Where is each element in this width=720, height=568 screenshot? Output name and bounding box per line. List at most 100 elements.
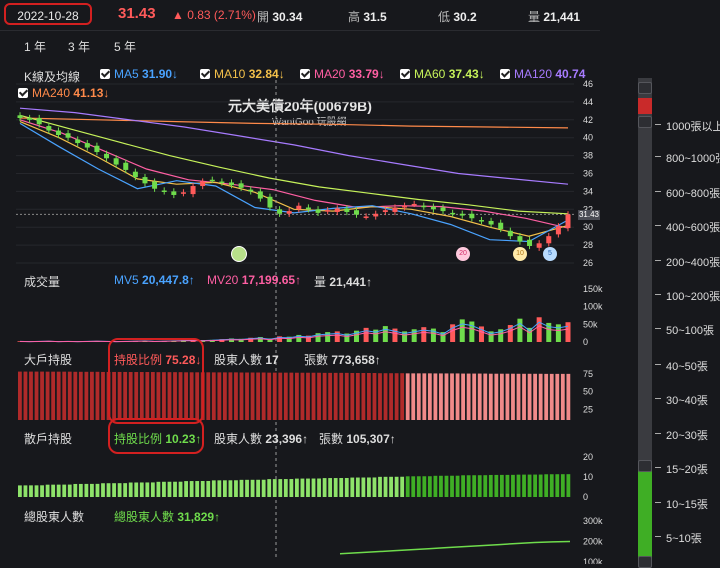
big-holder-bar (278, 373, 282, 420)
small-holder-bar (417, 476, 421, 497)
scale-tick (655, 260, 661, 261)
big-holder-bar (373, 373, 377, 420)
volume-bar (537, 317, 542, 342)
big-holder-bar (561, 374, 565, 420)
big-holder-bar (345, 373, 349, 420)
mv20-legend: MV20 17,199.65↑ (207, 273, 301, 287)
small-holder-bar (29, 485, 33, 497)
small-holder-bar (411, 476, 415, 497)
candle (56, 131, 61, 135)
ma10-marker[interactable]: 10 (513, 247, 527, 261)
big-holder-bar (240, 373, 244, 420)
small-holder-bar (151, 482, 155, 497)
big-holder-bar (51, 372, 55, 420)
kline-y-tick: 42 (583, 115, 593, 125)
small-holder-bar (373, 477, 377, 497)
volume-y-tick: 50k (583, 319, 598, 329)
small-holder-bar (500, 475, 504, 497)
small-holder-bar (406, 476, 410, 497)
candle (37, 118, 42, 124)
total-holder-y-tick: 300k (583, 516, 603, 526)
small-holder-bar (456, 476, 460, 497)
big-holder-bar (522, 374, 526, 420)
big-holder-bar (550, 374, 554, 420)
big-holder-bar (434, 373, 438, 420)
big-holder-bar (29, 372, 33, 420)
small-holder-bar (450, 476, 454, 497)
small-holder-bar (356, 478, 360, 497)
volume-bar (517, 319, 522, 342)
lower-handle-bottom[interactable] (638, 556, 652, 568)
small-holder-bar (267, 479, 271, 497)
upper-handle-top[interactable] (638, 82, 652, 94)
big-ratio-highlight (108, 338, 204, 424)
big-holder-bar (566, 374, 570, 420)
holder-scale-track[interactable] (638, 78, 652, 564)
kline-y-tick: 44 (583, 97, 593, 107)
small-holder-bar (68, 485, 72, 497)
volume-bar (556, 324, 561, 342)
big-holder-y-tick: 50 (583, 387, 593, 397)
lower-range-fill (638, 468, 652, 564)
volume-label: 成交量 (24, 273, 60, 290)
small-holder-bar (62, 485, 66, 497)
small-holder-bar (206, 481, 210, 497)
candle (460, 214, 465, 216)
small-holder-bar (550, 474, 554, 497)
big-holder-bar (273, 373, 277, 420)
volume-bar (383, 326, 388, 342)
candle (508, 231, 513, 236)
small-holder-bar (400, 477, 404, 497)
small-holder-bar (96, 484, 100, 497)
big-holder-bar (251, 373, 255, 420)
small-holder-bar (40, 485, 44, 497)
big-holder-bar (223, 372, 227, 420)
big-holder-bar (96, 372, 100, 420)
small-holder-bar (51, 485, 55, 497)
scale-tick (655, 124, 661, 125)
ma5-marker[interactable]: 5 (543, 247, 557, 261)
big-holder-bar (528, 374, 532, 420)
candle (27, 118, 32, 120)
big-holder-bar (101, 372, 105, 420)
big-holder-bar (35, 372, 39, 420)
small-holder-bar (533, 475, 537, 497)
candle (200, 182, 205, 186)
ma20-marker[interactable]: 20 (456, 247, 470, 261)
big-holder-bar (361, 373, 365, 420)
small-holder-bar (317, 479, 321, 497)
small-holder-bar (483, 475, 487, 497)
candle (171, 191, 176, 195)
event-marker[interactable] (231, 246, 247, 262)
big-holder-bar (339, 373, 343, 420)
small-holder-bar (539, 475, 543, 497)
big-holder-bar (40, 372, 44, 420)
scale-label: 800~1000張 (666, 150, 720, 166)
big-holder-bar (417, 373, 421, 420)
lower-handle-top[interactable] (638, 460, 652, 472)
small-holder-bar (195, 481, 199, 497)
ma-lines (20, 108, 568, 241)
volume-chart: 150k100k50k0 (18, 284, 604, 347)
small-holder-bar (489, 475, 493, 497)
mv5-line (20, 322, 568, 341)
big-holders-shares: 張數 773,658↑ (304, 351, 381, 368)
small-holder-bar (472, 475, 476, 497)
small-holder-bar (212, 480, 216, 497)
small-holder-bar (323, 478, 327, 497)
small-holder-bar (511, 475, 515, 497)
small-holder-bar (90, 484, 94, 497)
small-holder-bar (262, 480, 266, 497)
scale-tick (655, 467, 661, 468)
big-holder-bar (456, 373, 460, 420)
small-holder-bar (528, 475, 532, 497)
small-holder-bar (18, 485, 22, 497)
volume-bar (335, 331, 340, 342)
big-holder-bar (506, 374, 510, 420)
big-holder-bar (406, 373, 410, 420)
volume-bar (566, 322, 571, 342)
big-holder-bar (84, 372, 88, 420)
upper-handle-bottom[interactable] (638, 116, 652, 128)
scale-tick (655, 364, 661, 365)
small-holder-bar (223, 480, 227, 497)
